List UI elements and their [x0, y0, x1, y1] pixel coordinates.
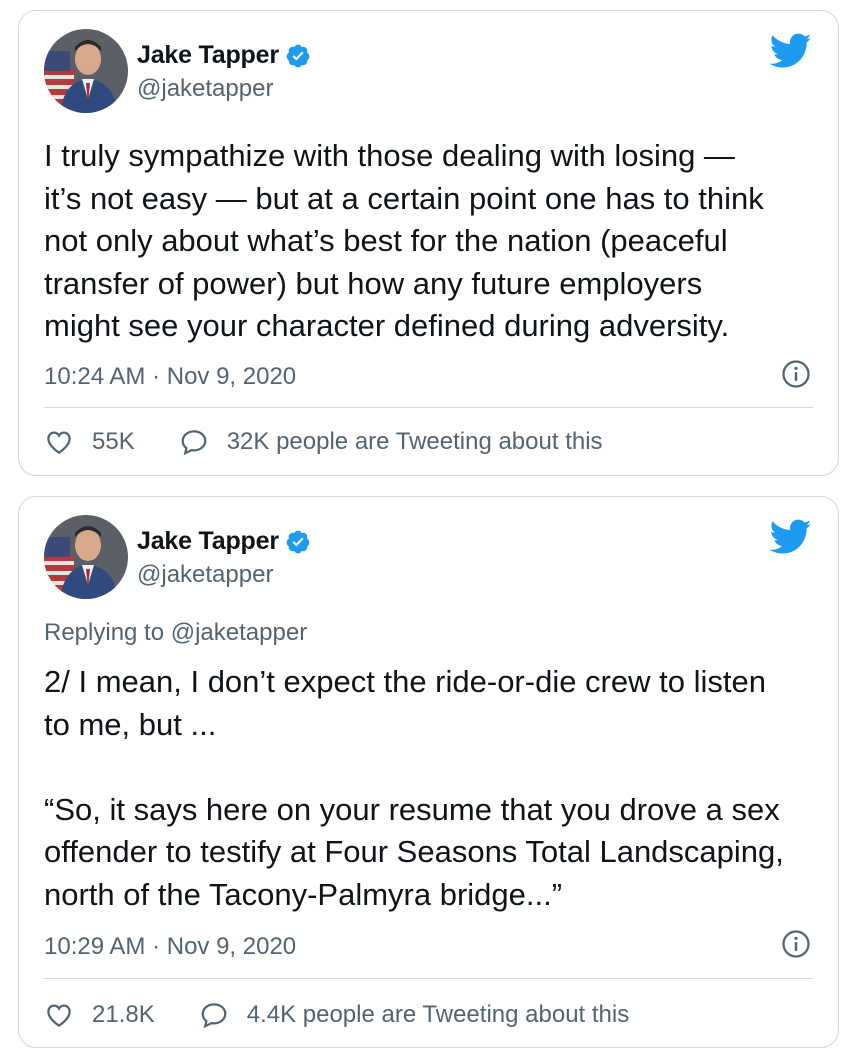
author-row[interactable]: Jake Tapper — [137, 41, 311, 70]
avatar[interactable] — [44, 515, 128, 599]
like-button[interactable]: 55K — [44, 427, 135, 457]
author-name[interactable]: Jake Tapper — [137, 41, 279, 70]
verified-badge-icon — [286, 530, 310, 553]
avatar[interactable] — [44, 29, 128, 113]
twitter-bird-icon[interactable] — [770, 33, 812, 69]
twitter-bird-icon[interactable] — [770, 519, 812, 555]
tweet-card[interactable]: Jake Tapper @jaketapper Replying to @jak… — [18, 496, 839, 1048]
timestamp[interactable]: 10:29 AM · Nov 9, 2020 — [44, 933, 296, 961]
speech-bubble-icon — [181, 430, 207, 456]
heart-icon — [47, 431, 71, 454]
like-count: 55K — [92, 428, 135, 455]
replying-to[interactable]: Replying to @jaketapper — [44, 619, 307, 647]
author-handle[interactable]: @jaketapper — [137, 75, 273, 103]
action-bar: 55K 32K people are Tweeting about this — [44, 427, 603, 457]
tweet-text: 2/ I mean, I don’t expect the ride-or-di… — [44, 664, 784, 912]
tweeting-about-link[interactable]: 32K people are Tweeting about this — [179, 427, 603, 457]
tweeting-about-link[interactable]: 4.4K people are Tweeting about this — [199, 1000, 630, 1030]
like-count: 21.8K — [92, 1001, 155, 1028]
action-bar: 21.8K 4.4K people are Tweeting about thi… — [44, 1000, 629, 1030]
author-handle[interactable]: @jaketapper — [137, 561, 273, 589]
verified-badge-icon — [286, 44, 310, 67]
like-button[interactable]: 21.8K — [44, 1000, 155, 1030]
divider — [44, 407, 813, 408]
tweeting-about-text: 32K people are Tweeting about this — [226, 428, 603, 455]
tweet-text: I truly sympathize with those dealing wi… — [44, 138, 764, 343]
speech-bubble-icon — [201, 1003, 227, 1029]
author-name[interactable]: Jake Tapper — [137, 527, 279, 556]
author-row[interactable]: Jake Tapper — [137, 527, 311, 556]
tweeting-about-text: 4.4K people are Tweeting about this — [246, 1001, 630, 1028]
info-icon[interactable] — [781, 359, 811, 389]
heart-icon — [47, 1004, 71, 1027]
divider — [44, 978, 813, 979]
tweet-card[interactable]: Jake Tapper @jaketapper I truly sympathi… — [18, 10, 839, 476]
timestamp[interactable]: 10:24 AM · Nov 9, 2020 — [44, 363, 296, 391]
info-icon[interactable] — [781, 929, 811, 959]
